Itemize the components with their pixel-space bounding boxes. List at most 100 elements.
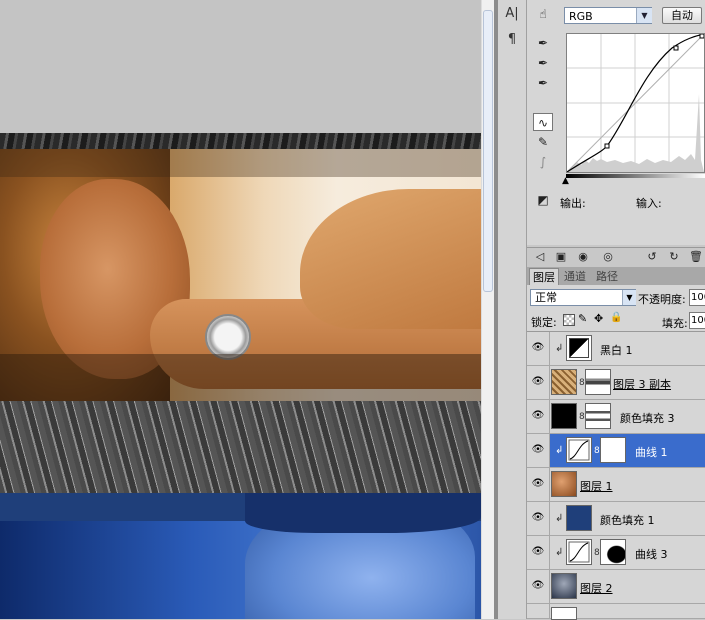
layer-row[interactable]: 👁 8 颜色填充 3 <box>527 400 705 434</box>
eye-icon[interactable]: 👁 <box>530 578 546 594</box>
reset-icon[interactable]: ↻ <box>666 249 682 264</box>
eye-icon[interactable]: 👁 <box>530 374 546 390</box>
link-icon: 8 <box>579 412 585 422</box>
delete-icon[interactable]: 🗑 <box>688 249 704 264</box>
layer-row[interactable]: 👁 8 图层 3 副本 <box>527 366 705 400</box>
blend-mode-select[interactable]: 正常 <box>530 289 636 306</box>
eye-cell[interactable]: 👁 <box>527 502 550 535</box>
curves-thumbnail[interactable] <box>566 539 592 565</box>
marble-strip-top <box>0 133 481 149</box>
layer-row[interactable]: 👁 ↲ 黑白 1 <box>527 332 705 366</box>
character-panel-icon[interactable]: A| <box>501 4 523 24</box>
input-gradient-bar <box>566 174 705 178</box>
layer-name: 图层 3 副本 <box>613 378 671 391</box>
layer-name: 颜色填充 1 <box>600 514 655 527</box>
visibility-eye-icon[interactable]: ◎ <box>600 249 616 264</box>
eye-cell[interactable]: 👁 <box>527 332 550 365</box>
tab-layers[interactable]: 图层 <box>529 268 559 286</box>
input-label: 输入: <box>636 197 662 210</box>
mask-thumbnail[interactable] <box>585 369 611 395</box>
eye-icon[interactable]: 👁 <box>530 544 546 560</box>
mask-thumbnail[interactable] <box>585 403 611 429</box>
previous-state-icon[interactable]: ↺ <box>644 249 660 264</box>
clip-arrow-icon: ↲ <box>555 343 564 354</box>
tab-channels[interactable]: 通道 <box>561 268 589 285</box>
eye-icon[interactable]: 👁 <box>530 476 546 492</box>
lock-pixels-icon[interactable]: ✎ <box>578 312 587 325</box>
mask-thumbnail[interactable] <box>600 539 626 565</box>
panel-tool-strip <box>498 0 527 619</box>
white-eyedropper-icon[interactable]: ✒ <box>533 74 553 92</box>
scrollbar-thumb[interactable] <box>483 10 493 292</box>
curve-point-white[interactable] <box>699 33 705 39</box>
lock-transparency-icon[interactable] <box>563 314 575 326</box>
eye-icon[interactable]: 👁 <box>530 408 546 424</box>
fill-input[interactable]: 100 <box>689 312 705 329</box>
mask-thumbnail[interactable] <box>600 437 626 463</box>
expand-view-icon[interactable]: ▣ <box>553 249 569 264</box>
eye-cell[interactable]: 👁 <box>527 366 550 399</box>
eye-cell[interactable]: 👁 <box>527 536 550 569</box>
shade-top <box>0 149 481 177</box>
layer-thumbnail[interactable] <box>551 471 577 497</box>
layer-row[interactable]: 👁 ↲ 8 曲线 3 <box>527 536 705 570</box>
opacity-input[interactable]: 100 <box>689 289 705 306</box>
clip-arrow-icon: ↲ <box>555 513 564 524</box>
curves-thumbnail[interactable] <box>566 437 592 463</box>
eye-cell[interactable]: 👁 <box>527 570 550 603</box>
chevron-down-icon[interactable]: ▼ <box>622 290 636 305</box>
clip-to-layer-icon[interactable]: ◉ <box>575 249 591 264</box>
smooth-curve-icon[interactable]: ∫ <box>533 153 553 171</box>
layer-row[interactable]: 👁 图层 1 <box>527 468 705 502</box>
targeted-adjustment-icon[interactable]: ☝ <box>533 5 553 23</box>
curve-graph[interactable] <box>566 33 705 173</box>
opacity-label: 不透明度: <box>638 293 686 306</box>
eye-cell[interactable]: 👁 <box>527 434 550 467</box>
gray-eyedropper-icon[interactable]: ✒ <box>533 54 553 72</box>
photo-man <box>0 493 481 619</box>
layer-name: 图层 1 <box>580 480 613 493</box>
layer-thumbnail[interactable] <box>551 573 577 599</box>
eye-icon[interactable]: 👁 <box>530 340 546 356</box>
chevron-down-icon[interactable]: ▼ <box>636 8 652 23</box>
output-label: 输出: <box>560 197 586 210</box>
black-point-slider[interactable]: ▲ <box>562 176 569 186</box>
fill-thumbnail[interactable] <box>566 505 592 531</box>
layer-name: 图层 2 <box>580 582 613 595</box>
eye-icon[interactable]: 👁 <box>530 510 546 526</box>
clipping-display-icon[interactable]: ◩ <box>533 191 553 209</box>
layer-thumbnail[interactable] <box>551 607 577 620</box>
lock-all-icon[interactable]: 🔒 <box>610 312 622 323</box>
back-arrow-icon[interactable]: ◁ <box>532 249 548 264</box>
curves-mini-icon <box>568 439 590 461</box>
clip-arrow-icon: ↲ <box>555 547 564 558</box>
curve-point-tool-icon[interactable]: ∿ <box>533 113 553 131</box>
adjustment-thumbnail[interactable] <box>566 335 592 361</box>
black-eyedropper-icon[interactable]: ✒ <box>533 34 553 52</box>
layer-row-selected[interactable]: 👁 ↲ 8 曲线 1 <box>527 434 705 468</box>
curve-point-highlight[interactable] <box>673 45 679 51</box>
auto-button[interactable]: 自动 <box>662 7 702 24</box>
link-icon: 8 <box>594 446 600 456</box>
marble-strip-middle <box>0 401 481 493</box>
paragraph-panel-icon[interactable]: ¶ <box>501 30 523 50</box>
layer-thumbnail[interactable] <box>551 369 577 395</box>
link-icon: 8 <box>594 548 600 558</box>
eye-cell[interactable]: 👁 <box>527 400 550 433</box>
lock-position-icon[interactable]: ✥ <box>594 312 603 325</box>
layer-row[interactable]: 👁 图层 2 <box>527 570 705 604</box>
layer-row[interactable]: 👁 ↲ 颜色填充 1 <box>527 502 705 536</box>
layer-name: 曲线 3 <box>635 548 668 561</box>
document-canvas[interactable] <box>0 0 481 619</box>
fill-thumbnail[interactable] <box>551 403 577 429</box>
curve-point-shadow[interactable] <box>604 143 610 149</box>
tab-paths[interactable]: 路径 <box>593 268 621 285</box>
eye-icon[interactable]: 👁 <box>530 442 546 458</box>
pencil-draw-icon[interactable]: ✎ <box>533 133 553 151</box>
shoulder-shape <box>300 189 481 329</box>
eye-cell[interactable]: 👁 <box>527 468 550 501</box>
eye-cell[interactable] <box>527 604 550 619</box>
canvas-empty-area <box>0 0 481 133</box>
curves-mini-icon <box>568 541 590 563</box>
layer-row[interactable] <box>527 604 705 620</box>
